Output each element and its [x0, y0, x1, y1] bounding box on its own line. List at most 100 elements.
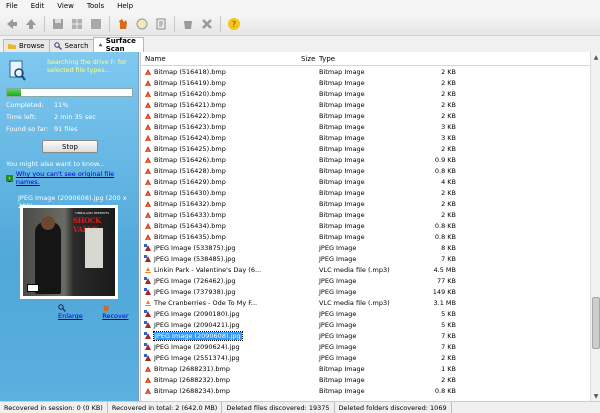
file-name: JPEG Image (2090624).jpg — [154, 342, 240, 351]
copy-icon — [136, 18, 148, 29]
file-row[interactable]: JPEG Image (2551374).jpg 2 KB JPEG Image — [141, 352, 590, 363]
delete-button[interactable] — [199, 16, 215, 32]
bitmap-icon — [145, 190, 151, 196]
back-button[interactable] — [4, 16, 20, 32]
status-deleted-folders: Deleted folders discovered: 1069 — [335, 402, 452, 413]
file-row[interactable]: Linkin Park - Valentine's Day (6... 4.5 M… — [141, 264, 590, 275]
view-button[interactable] — [69, 16, 85, 32]
file-name: JPEG Image (538485).jpg — [154, 254, 236, 263]
file-size: 2 KB — [441, 144, 456, 153]
jpeg-icon — [144, 255, 151, 262]
column-name-header[interactable]: Name — [145, 55, 166, 63]
found-label: Found so far: — [6, 125, 49, 133]
image-preview[interactable]: TIMBALAND PRESENTS SHOCK VALUE — [20, 205, 118, 299]
file-row[interactable]: JPEG Image (2090608).jpg 7 KB JPEG Image — [141, 330, 590, 341]
file-row[interactable]: The Cranberries - Ode To My F... 3.1 MB VL… — [141, 297, 590, 308]
status-recovered-session: Recovered in session: 0 (0 KB) — [0, 402, 108, 413]
scrollbar-thumb[interactable] — [592, 297, 600, 349]
file-size: 7 KB — [441, 331, 456, 340]
enlarge-label: Enlarge — [58, 312, 83, 320]
file-row[interactable]: JPEG Image (2090624).jpg 7 KB JPEG Image — [141, 341, 590, 352]
file-type: Bitmap Image — [319, 144, 365, 153]
file-row[interactable]: Bitmap (516430).bmp 2 KB Bitmap Image — [141, 187, 590, 198]
bitmap-icon — [145, 91, 151, 97]
file-row[interactable]: Bitmap (516426).bmp 0.9 KB Bitmap Image — [141, 154, 590, 165]
tab-search[interactable]: Search — [48, 39, 94, 52]
file-type: Bitmap Image — [319, 155, 365, 164]
file-row[interactable]: Bitmap (516429).bmp 4 KB Bitmap Image — [141, 176, 590, 187]
file-row[interactable]: JPEG Image (2090180).jpg 5 KB JPEG Image — [141, 308, 590, 319]
help-button[interactable]: ? — [226, 16, 242, 32]
file-row[interactable]: Bitmap (516432).bmp 2 KB Bitmap Image — [141, 198, 590, 209]
file-row[interactable]: Bitmap (2688232).bmp 2 KB Bitmap Image — [141, 374, 590, 385]
file-row[interactable]: Bitmap (516421).bmp 2 KB Bitmap Image — [141, 99, 590, 110]
file-list-scrollbar[interactable]: ▲ ▼ — [590, 52, 600, 401]
file-type: Bitmap Image — [319, 386, 365, 395]
file-row[interactable]: Bitmap (516419).bmp 2 KB Bitmap Image — [141, 77, 590, 88]
scan-status-message: Searching the drive F: for selected file… — [47, 59, 127, 74]
bitmap-icon — [145, 102, 151, 108]
magnifier-icon — [58, 304, 66, 312]
file-size: 0.8 KB — [434, 221, 456, 230]
file-name: Bitmap (2688234).bmp — [154, 386, 230, 395]
file-size: 2 KB — [441, 199, 456, 208]
file-row[interactable]: Bitmap (2688234).bmp 0.8 KB Bitmap Image — [141, 385, 590, 396]
column-type-header[interactable]: Type — [319, 55, 335, 63]
file-row[interactable]: Bitmap (516435).bmp 0.8 KB Bitmap Image — [141, 231, 590, 242]
file-row[interactable]: Bitmap (516420).bmp 2 KB Bitmap Image — [141, 88, 590, 99]
copy-button[interactable] — [134, 16, 150, 32]
magnifier-icon — [53, 42, 62, 50]
wipe-button[interactable] — [180, 16, 196, 32]
file-size: 7 KB — [441, 254, 456, 263]
scroll-up-icon[interactable]: ▲ — [592, 53, 600, 61]
vlc-icon — [145, 267, 151, 273]
tab-browse[interactable]: Browse — [3, 39, 50, 52]
file-row[interactable]: Bitmap (516425).bmp 2 KB Bitmap Image — [141, 143, 590, 154]
file-row[interactable]: Bitmap (516424).bmp 3 KB Bitmap Image — [141, 132, 590, 143]
stop-button[interactable]: Stop — [42, 140, 98, 153]
file-row[interactable]: JPEG Image (533875).jpg 8 KB JPEG Image — [141, 242, 590, 253]
up-button[interactable] — [23, 16, 39, 32]
recover-link[interactable]: Recover — [102, 304, 138, 320]
file-row[interactable]: Bitmap (516433).bmp 2 KB Bitmap Image — [141, 209, 590, 220]
bitmap-icon — [145, 157, 151, 163]
enlarge-link[interactable]: Enlarge — [58, 304, 92, 320]
menu-view[interactable]: View — [57, 2, 74, 10]
properties-button[interactable] — [153, 16, 169, 32]
menu-file[interactable]: File — [6, 2, 18, 10]
file-row[interactable]: JPEG Image (726462).jpg 77 KB JPEG Image — [141, 275, 590, 286]
back-arrow-icon — [7, 18, 17, 29]
folder-icon — [8, 44, 16, 49]
file-row[interactable]: Bitmap (516418).bmp 2 KB Bitmap Image — [141, 66, 590, 77]
tab-browse-label: Browse — [19, 42, 45, 50]
file-row[interactable]: JPEG Image (737938).jpg 149 KB JPEG Image — [141, 286, 590, 297]
file-row[interactable]: Bitmap (516422).bmp 2 KB Bitmap Image — [141, 110, 590, 121]
file-row[interactable]: Bitmap (516423).bmp 3 KB Bitmap Image — [141, 121, 590, 132]
file-name: Bitmap (516429).bmp — [154, 177, 226, 186]
file-row[interactable]: JPEG Image (2090421).jpg 5 KB JPEG Image — [141, 319, 590, 330]
jpeg-icon — [144, 244, 151, 251]
file-size: 7 KB — [441, 342, 456, 351]
scan-progress-fill — [7, 89, 21, 96]
file-type: JPEG Image — [319, 243, 357, 252]
menu-tools[interactable]: Tools — [87, 2, 104, 10]
column-size-header[interactable]: Size — [301, 55, 315, 63]
file-size: 2 KB — [441, 89, 456, 98]
select-button[interactable] — [88, 16, 104, 32]
menu-help[interactable]: Help — [117, 2, 133, 10]
bitmap-icon — [145, 80, 151, 86]
why-link[interactable]: › Why you can't see original file names. — [6, 170, 138, 186]
tab-search-label: Search — [64, 42, 89, 50]
file-row[interactable]: Bitmap (516428).bmp 0.8 KB Bitmap Image — [141, 165, 590, 176]
file-row[interactable]: Bitmap (516434).bmp 0.8 KB Bitmap Image — [141, 220, 590, 231]
save-button[interactable] — [50, 16, 66, 32]
tab-surface-scan[interactable]: Surface Scan — [92, 37, 144, 53]
scroll-down-icon[interactable]: ▼ — [592, 392, 600, 400]
file-type: Bitmap Image — [319, 67, 365, 76]
menu-edit[interactable]: Edit — [31, 2, 45, 10]
file-row[interactable]: Bitmap (2688231).bmp 1 KB Bitmap Image — [141, 363, 590, 374]
file-type: VLC media file (.mp3) — [319, 298, 390, 307]
recover-toolbar-button[interactable] — [115, 16, 131, 32]
svg-text:?: ? — [232, 20, 236, 29]
file-row[interactable]: JPEG Image (538485).jpg 7 KB JPEG Image — [141, 253, 590, 264]
